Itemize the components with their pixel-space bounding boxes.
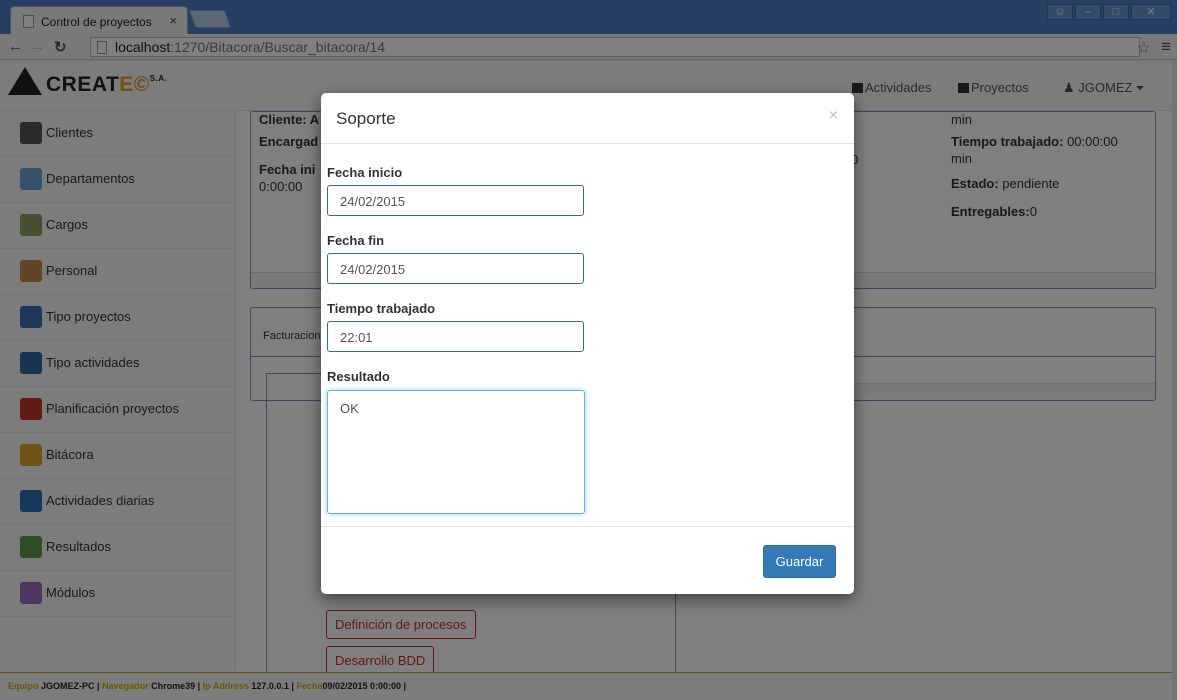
resultado-label: Resultado [327, 369, 390, 384]
tiempo-trabajado-input[interactable]: 22:01 [327, 321, 584, 352]
fecha-inicio-input[interactable]: 24/02/2015 [327, 185, 584, 216]
modal-title: Soporte [336, 109, 396, 128]
modal-header: Soporte × [321, 93, 854, 144]
tiempo-trabajado-label: Tiempo trabajado [327, 301, 436, 316]
fecha-inicio-label: Fecha inicio [327, 165, 403, 180]
modal-footer-divider [321, 526, 854, 527]
resultado-textarea[interactable]: OK [327, 390, 585, 514]
soporte-modal: Soporte × Fecha inicio 24/02/2015 Fecha … [321, 93, 854, 594]
fecha-fin-input[interactable]: 24/02/2015 [327, 253, 584, 284]
fecha-fin-label: Fecha fin [327, 233, 385, 248]
guardar-button[interactable]: Guardar [763, 545, 836, 578]
close-icon[interactable]: × [829, 107, 838, 125]
